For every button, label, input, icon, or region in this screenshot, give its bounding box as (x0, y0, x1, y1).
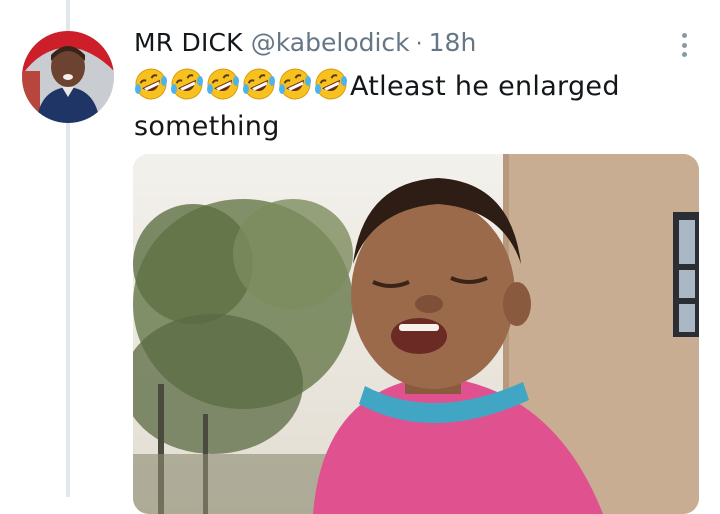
rolling-on-the-floor-laughing-emoji-icon (171, 68, 203, 100)
display-name[interactable]: MR DICK (134, 28, 243, 57)
rolling-on-the-floor-laughing-emoji-icon (279, 68, 311, 100)
tweet-text: Atleast he enlarged something (134, 67, 654, 147)
rolling-on-the-floor-laughing-emoji-icon (243, 68, 275, 100)
tweet-time[interactable]: 18h (429, 28, 477, 57)
tweet-text-line1: Atleast he enlarged (350, 71, 620, 102)
more-vertical-icon[interactable] (672, 33, 696, 57)
tweet-media-image[interactable] (133, 154, 699, 514)
avatar[interactable] (22, 31, 114, 123)
tweet-header: MR DICK @kabelodick · 18h (134, 28, 704, 57)
rolling-on-the-floor-laughing-emoji-icon (315, 68, 347, 100)
tweet-body: MR DICK @kabelodick · 18h Atleast he enl… (134, 28, 704, 147)
rolling-on-the-floor-laughing-emoji-icon (135, 68, 167, 100)
separator-dot: · (415, 32, 423, 57)
emoji-run (134, 67, 350, 101)
rolling-on-the-floor-laughing-emoji-icon (207, 68, 239, 100)
tweet-text-line2: something (134, 111, 280, 142)
user-handle[interactable]: @kabelodick (251, 28, 410, 57)
